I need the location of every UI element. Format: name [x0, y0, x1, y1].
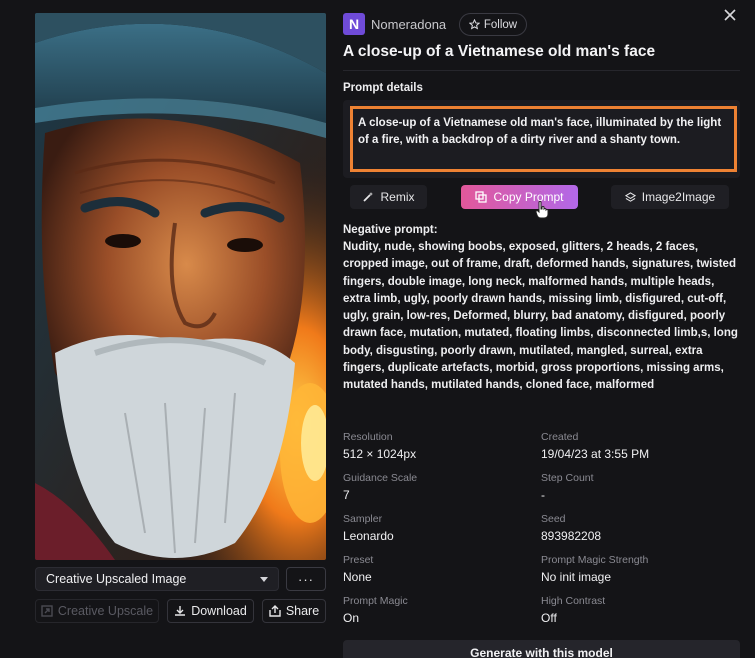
- meta-label: Prompt Magic Strength: [541, 554, 649, 566]
- portrait-illustration: [35, 13, 326, 560]
- layers-icon: [624, 191, 636, 202]
- follow-label: Follow: [483, 18, 518, 31]
- meta-label: Prompt Magic: [343, 595, 408, 607]
- image-detail-modal: Creative Upscaled Image ··· Creative Ups…: [0, 0, 755, 658]
- meta-created: Created 19/04/23 at 3:55 PM: [541, 431, 649, 461]
- download-icon: [175, 606, 186, 616]
- meta-value: 19/04/23 at 3:55 PM: [541, 447, 650, 461]
- more-options-button[interactable]: ···: [286, 567, 326, 591]
- page-title: A close-up of a Vietnamese old man's fac…: [343, 43, 656, 60]
- meta-label: Seed: [541, 513, 566, 525]
- image2image-label: Image2Image: [641, 190, 716, 204]
- chevron-down-icon: [260, 576, 268, 582]
- divider: [343, 70, 740, 71]
- meta-value: 7: [343, 488, 350, 502]
- close-glyph: [724, 9, 736, 21]
- hand-cursor-icon: [535, 201, 549, 219]
- meta-value: 893982208: [541, 529, 602, 543]
- meta-guidance-scale: Guidance Scale 7: [343, 472, 417, 502]
- image2image-button[interactable]: Image2Image: [611, 185, 729, 209]
- meta-value: Leonardo: [343, 529, 394, 543]
- more-icon: ···: [298, 571, 314, 587]
- meta-seed: Seed 893982208: [541, 513, 601, 543]
- meta-sampler: Sampler Leonardo: [343, 513, 394, 543]
- download-button[interactable]: Download: [167, 599, 254, 623]
- image-variant-select[interactable]: Creative Upscaled Image: [35, 567, 279, 591]
- meta-value: None: [343, 570, 372, 584]
- meta-label: Step Count: [541, 472, 594, 484]
- prompt-details-label: Prompt details: [343, 82, 423, 94]
- share-button[interactable]: Share: [262, 599, 326, 623]
- creative-upscale-button[interactable]: Creative Upscale: [35, 599, 159, 623]
- meta-label: Created: [541, 431, 579, 443]
- meta-high-contrast: High Contrast Off: [541, 595, 605, 625]
- share-icon: [269, 605, 281, 617]
- meta-prompt-magic: Prompt Magic On: [343, 595, 408, 625]
- upscale-icon: [41, 605, 53, 617]
- author-name[interactable]: Nomeradona: [371, 17, 446, 32]
- magic-wand-icon: [363, 192, 374, 202]
- copy-icon: [475, 191, 488, 203]
- meta-prompt-magic-strength: Prompt Magic Strength No init image: [541, 554, 648, 584]
- copy-prompt-label: Copy Prompt: [493, 190, 564, 204]
- meta-step-count: Step Count -: [541, 472, 594, 502]
- copy-prompt-button[interactable]: Copy Prompt: [461, 185, 578, 209]
- meta-value: Off: [541, 611, 557, 625]
- download-label: Download: [191, 604, 247, 618]
- follow-button[interactable]: Follow: [459, 13, 527, 36]
- generate-with-model-button[interactable]: Generate with this model: [343, 640, 740, 658]
- remix-label: Remix: [380, 190, 415, 204]
- negative-prompt-label: Negative prompt:: [343, 224, 438, 236]
- meta-value: On: [343, 611, 360, 625]
- image-variant-value: Creative Upscaled Image: [46, 572, 187, 586]
- avatar[interactable]: N: [343, 13, 365, 35]
- remix-button[interactable]: Remix: [350, 185, 427, 209]
- close-icon[interactable]: [722, 9, 738, 25]
- negative-prompt-text: Nudity, nude, showing boobs, exposed, gl…: [343, 241, 738, 392]
- meta-value: 512 × 1024px: [343, 447, 417, 461]
- generated-image[interactable]: [35, 13, 326, 560]
- meta-label: Sampler: [343, 513, 383, 525]
- meta-resolution: Resolution 512 × 1024px: [343, 431, 416, 461]
- meta-value: No init image: [541, 570, 612, 584]
- star-icon: [468, 19, 480, 30]
- prompt-text: A close-up of a Vietnamese old man's fac…: [358, 117, 722, 146]
- creative-upscale-label: Creative Upscale: [57, 604, 154, 618]
- meta-label: High Contrast: [541, 595, 606, 607]
- meta-value: -: [541, 488, 545, 502]
- meta-label: Guidance Scale: [343, 472, 418, 484]
- share-label: Share: [285, 604, 320, 618]
- meta-label: Resolution: [343, 431, 393, 443]
- meta-label: Preset: [343, 554, 374, 566]
- meta-preset: Preset None: [343, 554, 373, 584]
